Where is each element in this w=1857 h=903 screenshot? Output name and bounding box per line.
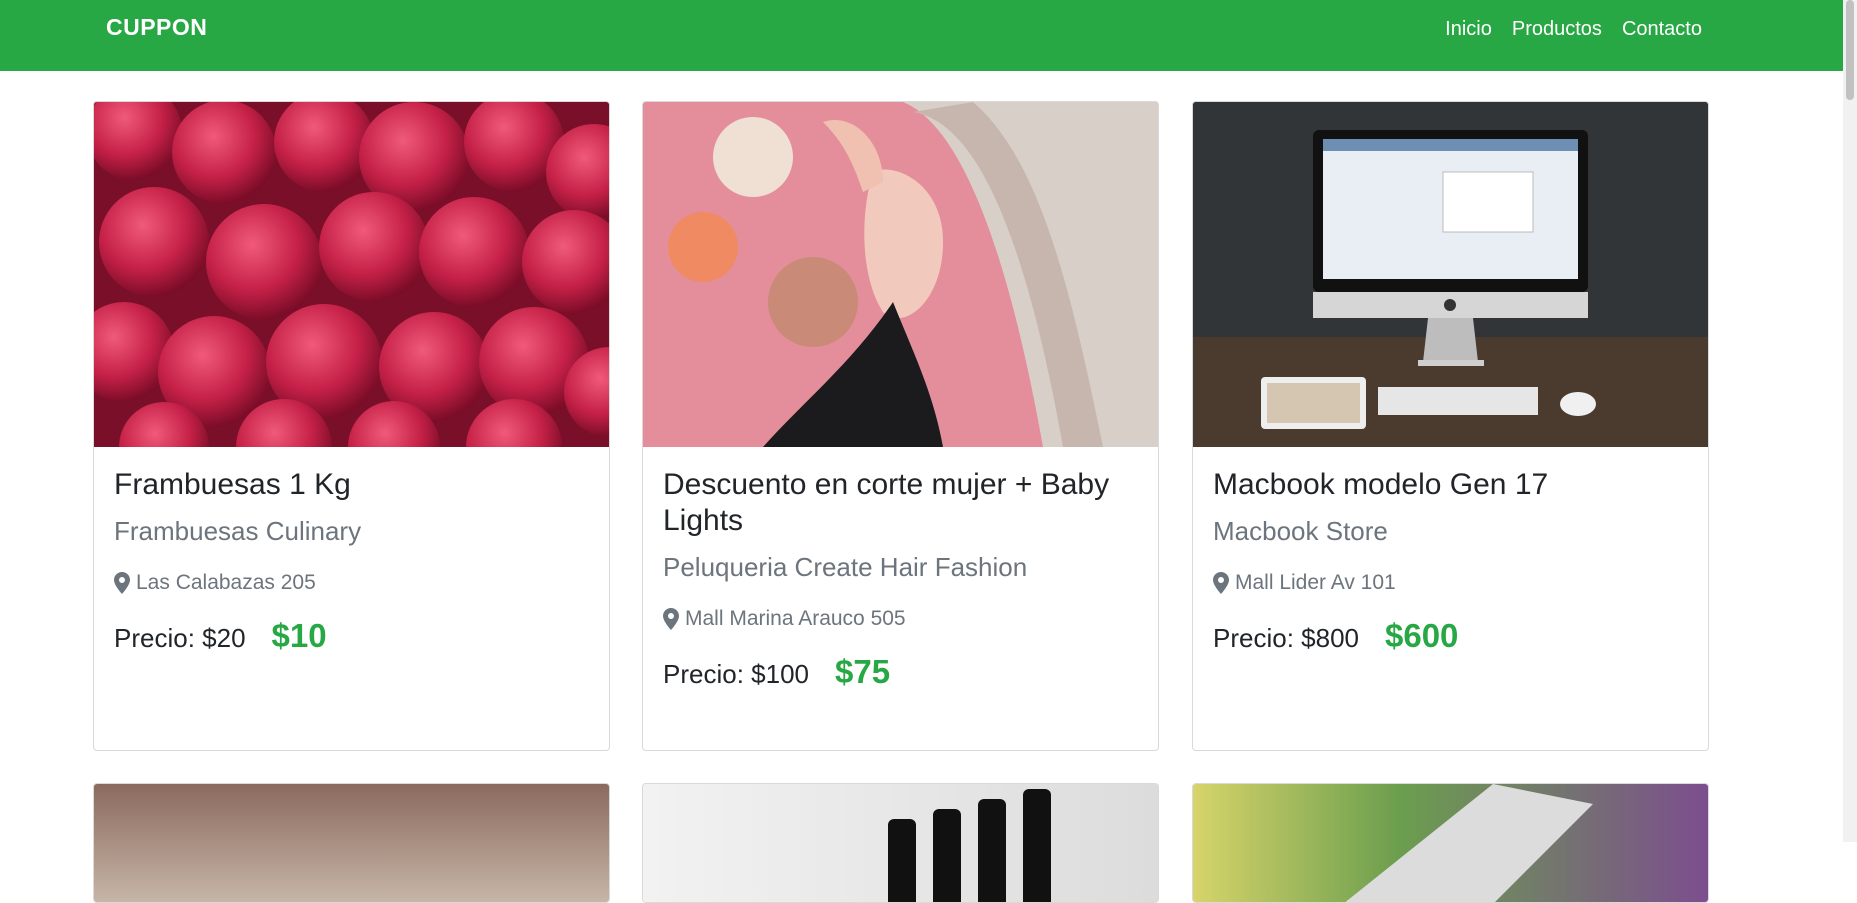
raspberries-illustration [94, 102, 609, 447]
map-marker-icon [663, 608, 679, 630]
address-text: Mall Marina Arauco 505 [685, 607, 906, 630]
address-text: Mall Lider Av 101 [1235, 571, 1396, 594]
woman-portrait-image [643, 102, 1158, 447]
price-row: Precio: $100 $75 [663, 653, 1138, 691]
navbar: CUPPON Inicio Productos Contacto [0, 0, 1843, 71]
nav-menu: Inicio Productos Contacto [1445, 18, 1702, 41]
nav-link-contacto[interactable]: Contacto [1622, 18, 1702, 41]
cosmetics-illustration [888, 789, 1051, 902]
discount-price: $10 [271, 617, 327, 654]
imac-illustration [1193, 102, 1708, 447]
original-price: Precio: $800 [1213, 623, 1359, 653]
nav-link-productos[interactable]: Productos [1512, 18, 1602, 41]
map-marker-icon [114, 572, 130, 594]
product-title[interactable]: Descuento en corte mujer + Baby Lights [663, 467, 1138, 539]
product-address: Mall Marina Arauco 505 [663, 607, 1138, 631]
product-image [643, 784, 1158, 902]
product-card[interactable] [1192, 783, 1709, 903]
product-card[interactable]: Frambuesas 1 Kg Frambuesas Culinary Las … [93, 101, 610, 751]
address-text: Las Calabazas 205 [136, 571, 316, 594]
product-company: Frambuesas Culinary [114, 516, 362, 546]
woman-portrait-illustration [643, 102, 1158, 447]
product-card[interactable] [93, 783, 610, 903]
nav-link-inicio[interactable]: Inicio [1445, 18, 1492, 41]
product-company: Peluqueria Create Hair Fashion [663, 552, 1028, 582]
product-card[interactable]: Descuento en corte mujer + Baby Lights P… [642, 101, 1159, 751]
product-address: Mall Lider Av 101 [1213, 571, 1688, 595]
scrollbar-thumb[interactable] [1846, 0, 1854, 100]
product-card[interactable] [642, 783, 1159, 903]
product-image [1193, 784, 1708, 902]
discount-price: $600 [1384, 617, 1459, 654]
product-title[interactable]: Frambuesas 1 Kg [114, 467, 589, 503]
original-price: Precio: $100 [663, 659, 809, 689]
price-row: Precio: $800 $600 [1213, 617, 1688, 655]
product-address: Las Calabazas 205 [114, 571, 589, 595]
discount-price: $75 [834, 653, 891, 690]
imac-computer-image [1193, 102, 1708, 447]
product-title[interactable]: Macbook modelo Gen 17 [1213, 467, 1688, 503]
product-company: Macbook Store [1213, 516, 1388, 546]
brand-logo[interactable]: CUPPON [106, 14, 207, 41]
page-scrollbar[interactable] [1843, 0, 1857, 842]
product-card[interactable]: Macbook modelo Gen 17 Macbook Store Mall… [1192, 101, 1709, 751]
paper-illustration [1345, 784, 1593, 902]
raspberries-image [94, 102, 609, 447]
original-price: Precio: $20 [114, 623, 246, 653]
map-marker-icon [1213, 572, 1229, 594]
price-row: Precio: $20 $10 [114, 617, 589, 655]
product-image [94, 784, 609, 902]
